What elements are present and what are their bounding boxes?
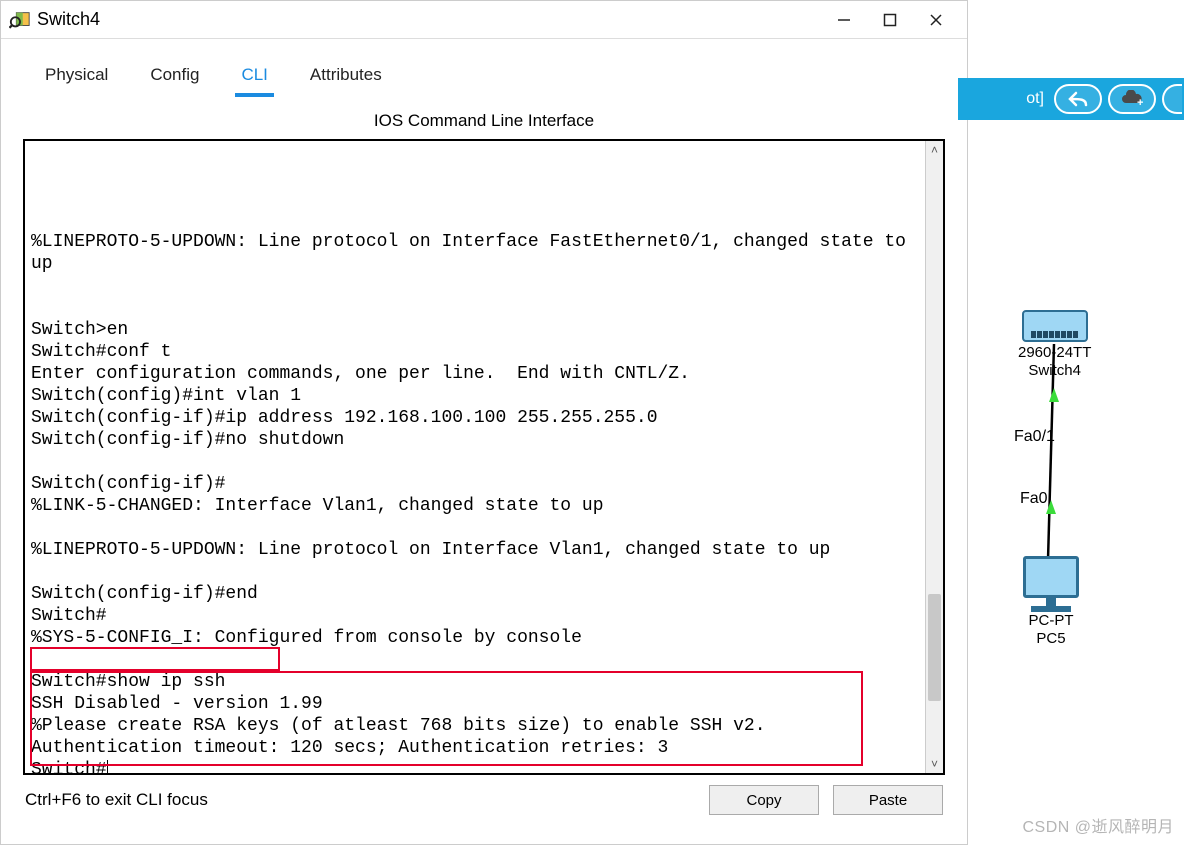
terminal-container: %LINEPROTO-5-UPDOWN: Line protocol on In… bbox=[23, 139, 945, 775]
port-label-bottom: Fa0 bbox=[1020, 490, 1048, 508]
terminal-line: Switch>en bbox=[31, 319, 919, 341]
cli-bottom-row: Ctrl+F6 to exit CLI focus Copy Paste bbox=[23, 775, 945, 815]
undo-button[interactable] bbox=[1054, 84, 1102, 114]
terminal-line: Switch(config-if)#ip address 192.168.100… bbox=[31, 407, 919, 429]
switch-device[interactable]: 2960-24TT Switch4 bbox=[1018, 310, 1091, 380]
terminal-line bbox=[31, 649, 919, 671]
terminal-line: Enter configuration commands, one per li… bbox=[31, 363, 919, 385]
terminal-line: Switch(config)#int vlan 1 bbox=[31, 385, 919, 407]
cli-terminal[interactable]: %LINEPROTO-5-UPDOWN: Line protocol on In… bbox=[25, 141, 925, 773]
terminal-line bbox=[31, 275, 919, 297]
toolbar-text-remnant: ot] bbox=[1026, 90, 1044, 108]
terminal-line bbox=[31, 297, 919, 319]
terminal-line: SSH Disabled - version 1.99 bbox=[31, 693, 919, 715]
tab-bar: Physical Config CLI Attributes bbox=[23, 53, 945, 93]
terminal-line: Switch#conf t bbox=[31, 341, 919, 363]
cloud-add-button[interactable]: + bbox=[1108, 84, 1156, 114]
watermark: CSDN @逝风醉明月 bbox=[1022, 813, 1174, 837]
window-title: Switch4 bbox=[37, 9, 821, 30]
scroll-up-icon[interactable]: ˄ bbox=[926, 141, 943, 159]
terminal-line bbox=[31, 517, 919, 539]
pc-icon bbox=[1016, 556, 1086, 612]
toolbar-partial-button[interactable] bbox=[1162, 84, 1182, 114]
terminal-scrollbar[interactable]: ˄ ˅ bbox=[925, 141, 943, 773]
terminal-line bbox=[31, 451, 919, 473]
switch-name-label: Switch4 bbox=[1018, 362, 1091, 380]
scroll-down-icon[interactable]: ˅ bbox=[926, 755, 943, 773]
terminal-line: %LINEPROTO-5-UPDOWN: Line protocol on In… bbox=[31, 539, 919, 561]
tab-attributes[interactable]: Attributes bbox=[298, 59, 394, 89]
terminal-line: %Please create RSA keys (of atleast 768 … bbox=[31, 715, 919, 737]
copy-button[interactable]: Copy bbox=[709, 785, 819, 815]
canvas-toolbar: ot] + bbox=[958, 78, 1184, 120]
pc-name-label: PC5 bbox=[1016, 630, 1086, 648]
scroll-track[interactable] bbox=[926, 159, 943, 755]
window-content: Physical Config CLI Attributes IOS Comma… bbox=[1, 39, 967, 815]
switch-model-label: 2960-24TT bbox=[1018, 344, 1091, 362]
terminal-line: %LINK-5-CHANGED: Interface Vlan1, change… bbox=[31, 495, 919, 517]
minimize-button[interactable] bbox=[821, 5, 867, 35]
terminal-line bbox=[31, 561, 919, 583]
cli-header: IOS Command Line Interface bbox=[23, 111, 945, 131]
close-button[interactable] bbox=[913, 5, 959, 35]
pc-model-label: PC-PT bbox=[1016, 612, 1086, 630]
terminal-line: %LINEPROTO-5-UPDOWN: Line protocol on In… bbox=[31, 231, 919, 275]
cursor-icon bbox=[107, 760, 108, 773]
maximize-button[interactable] bbox=[867, 5, 913, 35]
device-window: Switch4 Physical Config CLI Attributes I… bbox=[0, 0, 968, 845]
paste-button[interactable]: Paste bbox=[833, 785, 943, 815]
pc-device[interactable]: PC-PT PC5 bbox=[1016, 556, 1086, 648]
cli-hint: Ctrl+F6 to exit CLI focus bbox=[25, 790, 695, 810]
terminal-line: Switch(config-if)#no shutdown bbox=[31, 429, 919, 451]
terminal-line: Switch(config-if)#end bbox=[31, 583, 919, 605]
magnifier-box-icon bbox=[9, 9, 31, 31]
tab-cli[interactable]: CLI bbox=[229, 59, 279, 89]
topology-area[interactable]: 2960-24TT Switch4 Fa0/1 Fa0 PC-PT PC5 bbox=[968, 300, 1184, 845]
terminal-line: %SYS-5-CONFIG_I: Configured from console… bbox=[31, 627, 919, 649]
workspace-canvas[interactable]: ot] + 2960-24TT Switch4 Fa0/1 Fa0 bbox=[968, 0, 1184, 845]
terminal-line: Switch# bbox=[31, 759, 919, 773]
terminal-line: Switch# bbox=[31, 605, 919, 627]
titlebar[interactable]: Switch4 bbox=[1, 1, 967, 39]
port-label-top: Fa0/1 bbox=[1014, 428, 1055, 446]
svg-text:+: + bbox=[1137, 97, 1143, 108]
terminal-line: Switch(config-if)# bbox=[31, 473, 919, 495]
tab-physical[interactable]: Physical bbox=[33, 59, 120, 89]
switch-icon bbox=[1022, 310, 1088, 342]
tab-config[interactable]: Config bbox=[138, 59, 211, 89]
terminal-line: Authentication timeout: 120 secs; Authen… bbox=[31, 737, 919, 759]
terminal-line: Switch#show ip ssh bbox=[31, 671, 919, 693]
scroll-thumb[interactable] bbox=[928, 594, 941, 701]
